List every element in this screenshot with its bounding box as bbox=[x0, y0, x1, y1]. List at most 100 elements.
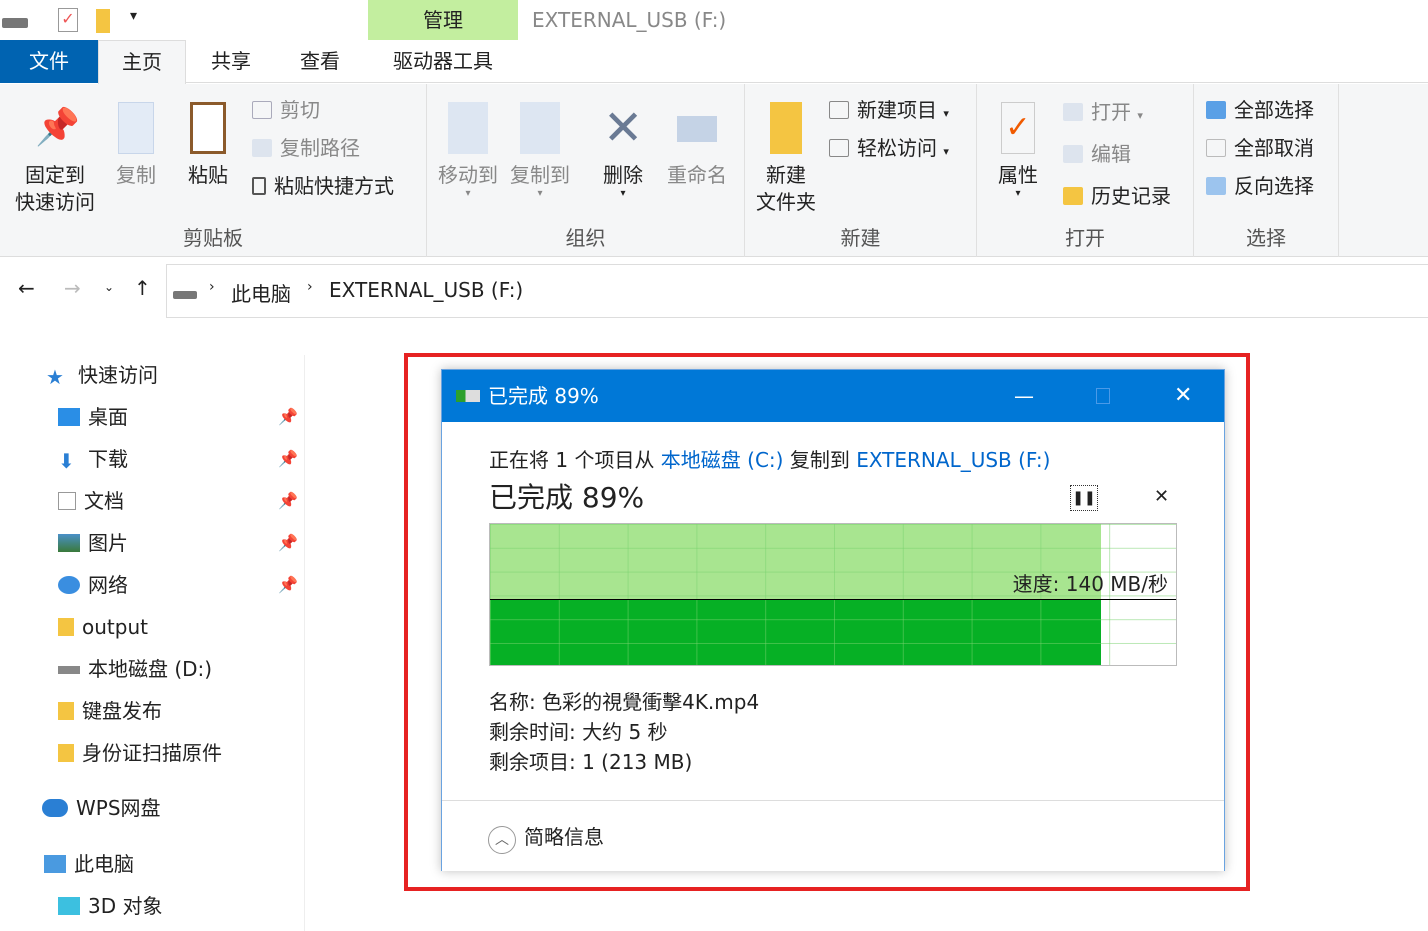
speed-label: 速度: 140 MB/秒 bbox=[1012, 572, 1168, 596]
time-remaining: 剩余时间: 大约 5 秒 bbox=[489, 720, 668, 744]
scissors-icon bbox=[252, 101, 272, 119]
nav-item-this-pc[interactable]: 此电脑 bbox=[44, 844, 134, 884]
history-icon bbox=[1063, 187, 1083, 205]
copy-to-button[interactable]: 复制到 ▾ bbox=[507, 102, 573, 199]
copy-icon bbox=[456, 390, 480, 402]
desktop-icon bbox=[58, 408, 80, 426]
dialog-titlebar: 已完成 89% — ✕ bbox=[442, 370, 1224, 422]
address-bar[interactable]: › 此电脑 › EXTERNAL_USB (F:) bbox=[166, 264, 1428, 318]
pin-quick-access-button[interactable]: 📌 固定到 快速访问 bbox=[8, 102, 102, 216]
paste-shortcut-button[interactable]: 粘贴快捷方式 bbox=[252, 172, 394, 200]
open-button[interactable]: 打开 ▾ bbox=[1063, 98, 1143, 130]
copy-button[interactable]: 复制 bbox=[108, 102, 164, 189]
nav-item-downloads[interactable]: ⬇ 下载 bbox=[58, 439, 128, 479]
copy-to-icon bbox=[520, 102, 560, 154]
nav-item-documents[interactable]: 文档 bbox=[58, 481, 124, 521]
easy-access-button[interactable]: 轻松访问 ▾ bbox=[829, 134, 949, 166]
cloud-icon bbox=[42, 799, 68, 817]
breadcrumb-this-pc[interactable]: 此电脑 bbox=[231, 278, 291, 307]
folder-icon bbox=[58, 618, 74, 636]
nav-item-keyboard-release[interactable]: 键盘发布 bbox=[58, 691, 162, 731]
open-icon bbox=[1063, 103, 1083, 121]
edit-button[interactable]: 编辑 bbox=[1063, 140, 1131, 168]
dialog-footer: ︿ 简略信息 bbox=[442, 800, 1224, 871]
nav-item-local-disk-d[interactable]: 本地磁盘 (D:) bbox=[58, 649, 212, 689]
delete-x-icon: ✕ bbox=[603, 100, 644, 156]
destination-link[interactable]: EXTERNAL_USB (F:) bbox=[856, 448, 1050, 472]
rename-icon bbox=[677, 116, 717, 142]
folder-qat-icon[interactable] bbox=[96, 9, 110, 33]
history-button[interactable]: 历史记录 bbox=[1063, 182, 1171, 210]
organize-group: 移动到 ▾ 复制到 ▾ ✕ 删除 ▾ 重命名 组织 bbox=[427, 84, 745, 257]
less-details-button[interactable]: ︿ 简略信息 bbox=[488, 821, 604, 854]
delete-button[interactable]: ✕ 删除 ▾ bbox=[595, 102, 651, 199]
clipboard-group: 📌 固定到 快速访问 复制 粘贴 剪切 复制路径 粘贴快捷方式 剪贴板 bbox=[0, 84, 427, 257]
manage-context-tab[interactable]: 管理 bbox=[368, 0, 518, 40]
new-item-icon bbox=[829, 101, 849, 119]
nav-item-pictures[interactable]: 图片 bbox=[58, 523, 128, 563]
select-none-icon bbox=[1206, 139, 1226, 157]
edit-icon bbox=[1063, 145, 1083, 163]
customize-qat-icon[interactable]: ▾ bbox=[130, 8, 137, 24]
chevron-up-icon: ︿ bbox=[488, 826, 516, 854]
copy-path-button[interactable]: 复制路径 bbox=[252, 134, 360, 162]
recent-locations-chevron-icon[interactable]: ⌄ bbox=[104, 280, 114, 294]
pin-icon[interactable]: 📌 bbox=[278, 491, 298, 510]
rename-button[interactable]: 重命名 bbox=[661, 102, 733, 189]
nav-item-3d-objects[interactable]: 3D 对象 bbox=[58, 886, 162, 926]
close-button[interactable]: ✕ bbox=[1174, 370, 1192, 422]
select-all-button[interactable]: 全部选择 bbox=[1206, 96, 1314, 124]
copy-path-icon bbox=[252, 139, 272, 157]
nav-item-output[interactable]: output bbox=[58, 607, 148, 647]
nav-item-desktop[interactable]: 桌面 bbox=[58, 397, 128, 437]
pin-icon[interactable]: 📌 bbox=[278, 407, 298, 426]
easy-access-icon bbox=[829, 139, 849, 157]
pause-button[interactable]: ❚❚ bbox=[1070, 485, 1098, 511]
new-folder-button[interactable]: 新建 文件夹 bbox=[749, 102, 823, 216]
nav-item-id-scans[interactable]: 身份证扫描原件 bbox=[58, 733, 222, 773]
clipboard-icon bbox=[190, 102, 226, 154]
breadcrumb-chevron-icon: › bbox=[307, 279, 313, 295]
tab-share[interactable]: 共享 bbox=[190, 40, 272, 83]
folder-icon bbox=[770, 102, 802, 154]
pin-icon[interactable]: 📌 bbox=[278, 449, 298, 468]
nav-item-wps-cloud[interactable]: WPS网盘 bbox=[42, 788, 161, 828]
document-icon bbox=[58, 492, 76, 510]
source-link[interactable]: 本地磁盘 (C:) bbox=[661, 448, 784, 472]
properties-qat-icon[interactable]: ✓ bbox=[58, 8, 78, 32]
cut-button[interactable]: 剪切 bbox=[252, 96, 320, 124]
paste-shortcut-icon bbox=[252, 177, 266, 195]
invert-selection-button[interactable]: 反向选择 bbox=[1206, 172, 1314, 200]
tab-file[interactable]: 文件 bbox=[0, 40, 98, 83]
computer-icon bbox=[44, 855, 66, 873]
pin-icon[interactable]: 📌 bbox=[278, 575, 298, 594]
nav-item-quick-access[interactable]: ★ 快速访问 bbox=[46, 355, 158, 395]
tab-drive-tools[interactable]: 驱动器工具 bbox=[368, 40, 518, 83]
items-remaining: 剩余项目: 1 (213 MB) bbox=[489, 750, 693, 774]
breadcrumb-drive[interactable]: EXTERNAL_USB (F:) bbox=[329, 278, 523, 302]
ribbon-tabs: 文件 主页 共享 查看 驱动器工具 bbox=[0, 40, 1428, 84]
pin-icon[interactable]: 📌 bbox=[278, 533, 298, 552]
move-to-button[interactable]: 移动到 ▾ bbox=[435, 102, 501, 199]
minimize-button[interactable]: — bbox=[1014, 370, 1034, 422]
properties-button[interactable]: ✓ 属性 ▾ bbox=[987, 102, 1049, 199]
cancel-button[interactable]: ✕ bbox=[1154, 486, 1169, 507]
copy-progress-dialog: 已完成 89% — ✕ 正在将 1 个项目从 本地磁盘 (C:) 复制到 EXT… bbox=[441, 369, 1225, 871]
new-item-button[interactable]: 新建项目 ▾ bbox=[829, 96, 949, 128]
paste-button[interactable]: 粘贴 bbox=[180, 102, 236, 189]
up-arrow-icon[interactable]: ↑ bbox=[134, 276, 151, 300]
tab-home[interactable]: 主页 bbox=[98, 40, 186, 84]
back-arrow-icon[interactable]: ← bbox=[18, 276, 35, 300]
open-group: ✓ 属性 ▾ 打开 ▾ 编辑 历史记录 打开 bbox=[977, 84, 1194, 257]
nav-item-network[interactable]: 网络 bbox=[58, 565, 128, 605]
select-all-icon bbox=[1206, 101, 1226, 119]
select-none-button[interactable]: 全部取消 bbox=[1206, 134, 1314, 162]
cube-icon bbox=[58, 897, 80, 915]
tab-view[interactable]: 查看 bbox=[278, 40, 362, 83]
current-speed-line bbox=[490, 599, 1176, 600]
network-globe-icon bbox=[58, 576, 80, 594]
window-title: EXTERNAL_USB (F:) bbox=[532, 8, 727, 32]
copy-icon bbox=[118, 102, 154, 154]
forward-arrow-icon[interactable]: → bbox=[64, 276, 81, 300]
drive-icon bbox=[58, 666, 80, 674]
